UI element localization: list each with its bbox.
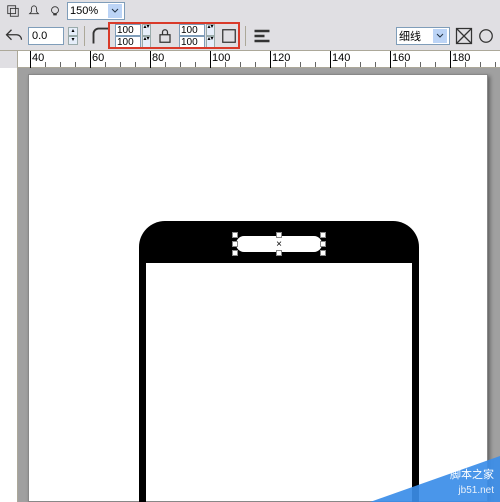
ruler-tick-label: 60: [92, 52, 104, 64]
scallop-corner-icon[interactable]: [91, 26, 111, 46]
toolbar-divider: [84, 26, 85, 46]
outline-width-select[interactable]: 细线: [396, 27, 450, 45]
ruler-tick-label: 140: [332, 52, 350, 64]
ruler-tick-minor: [360, 62, 361, 67]
spinner-icon[interactable]: ▴▾: [142, 36, 151, 48]
bulb-icon[interactable]: [46, 2, 64, 20]
ruler-tick-minor: [300, 62, 301, 67]
phone-left-edge: [139, 261, 146, 502]
rotation-angle-input[interactable]: [28, 27, 64, 45]
lock-icon[interactable]: [155, 26, 175, 46]
spinner-icon[interactable]: ▴▾: [142, 24, 151, 36]
ruler-tick-minor: [375, 62, 376, 67]
ruler-tick-minor: [420, 62, 421, 67]
ruler-tick-label: 80: [152, 52, 164, 64]
ruler-tick-minor: [285, 62, 286, 67]
ruler-tick-label: 120: [272, 52, 290, 64]
ruler-tick-minor: [255, 62, 256, 67]
ruler-tick-minor: [45, 62, 46, 67]
ruler-tick-minor: [345, 62, 346, 67]
ruler-tick-minor: [225, 62, 226, 67]
corner-tl-input[interactable]: [115, 24, 141, 36]
ruler-tick-minor: [495, 62, 496, 67]
zoom-level-select[interactable]: 150%: [67, 2, 125, 20]
dropdown-arrow-icon[interactable]: [108, 4, 122, 18]
corner-bl-input[interactable]: [115, 36, 141, 48]
horizontal-ruler: 40 60 80 100 120 140 160 180: [0, 50, 500, 68]
spinner-icon[interactable]: ▴▾: [206, 24, 215, 36]
ruler-tick-label: 40: [32, 52, 44, 64]
text-wrap-icon[interactable]: [252, 26, 272, 46]
corner-radius-right-group: ▴▾ ▴▾: [179, 24, 215, 48]
watermark-text: 脚本之家 jb51.net: [450, 467, 494, 499]
ruler-tick: [150, 51, 151, 69]
behind-fill-icon[interactable]: [454, 26, 474, 46]
canvas-viewport[interactable]: ×: [18, 68, 500, 502]
corner-tr-input[interactable]: [179, 24, 205, 36]
ruler-tick-minor: [60, 62, 61, 67]
outline-value: 细线: [399, 28, 433, 44]
toolbar-row-2: ▴▾ ▴▾ ▴▾ ▴▾ ▴▾ 细线: [0, 22, 500, 50]
selection-handle[interactable]: [320, 232, 326, 238]
ruler-tick: [270, 51, 271, 69]
selection-handle[interactable]: [320, 250, 326, 256]
ruler-tick-label: 100: [212, 52, 230, 64]
ruler-tick: [210, 51, 211, 69]
ruler-tick: [330, 51, 331, 69]
ruler-tick-minor: [75, 62, 76, 67]
vertical-ruler: [0, 68, 18, 502]
selection-handle[interactable]: [232, 241, 238, 247]
ruler-tick-minor: [435, 62, 436, 67]
ruler-tick-label: 180: [452, 52, 470, 64]
selection-handle[interactable]: [232, 250, 238, 256]
zoom-value: 150%: [70, 5, 108, 17]
relative-corner-icon[interactable]: [219, 26, 239, 46]
toolbar-row-1: 150%: [0, 0, 500, 22]
ruler-tick: [450, 51, 451, 69]
layers-icon[interactable]: [4, 2, 22, 20]
watermark: 脚本之家 jb51.net: [370, 456, 500, 502]
ruler-tick-minor: [465, 62, 466, 67]
ruler-tick-minor: [240, 62, 241, 67]
corner-br-input[interactable]: [179, 36, 205, 48]
ruler-tick-minor: [315, 62, 316, 67]
corner-radius-left-group: ▴▾ ▴▾: [115, 24, 151, 48]
selection-handle[interactable]: [276, 250, 282, 256]
watermark-title: 脚本之家: [450, 467, 494, 483]
selection-center-icon[interactable]: ×: [274, 239, 284, 250]
ruler-tick-label: 160: [392, 52, 410, 64]
ruler-tick: [390, 51, 391, 69]
outline-style-icons: [454, 26, 496, 46]
toolbar-divider: [245, 26, 246, 46]
ruler-corner: [0, 51, 18, 69]
spinner-icon[interactable]: ▴▾: [206, 36, 215, 48]
selection-handle[interactable]: [232, 232, 238, 238]
ruler-tick-minor: [480, 62, 481, 67]
ruler-tick-minor: [195, 62, 196, 67]
page[interactable]: ×: [28, 74, 488, 502]
ruler-tick: [30, 51, 31, 69]
ruler-tick-minor: [405, 62, 406, 67]
work-area: ×: [0, 68, 500, 502]
scale-outline-icon[interactable]: [476, 26, 496, 46]
angle-spinner[interactable]: ▴▾: [68, 27, 78, 45]
ruler-tick-minor: [105, 62, 106, 67]
selection-handle[interactable]: [320, 241, 326, 247]
ruler-tick-minor: [165, 62, 166, 67]
ruler-tick: [90, 51, 91, 69]
ruler-tick-minor: [120, 62, 121, 67]
undo-icon[interactable]: [4, 26, 24, 46]
watermark-subtitle: jb51.net: [450, 483, 494, 499]
selection-handle[interactable]: [276, 232, 282, 238]
bell-icon[interactable]: [25, 2, 43, 20]
ruler-tick-minor: [180, 62, 181, 67]
dropdown-arrow-icon[interactable]: [433, 29, 447, 43]
ruler-tick-minor: [135, 62, 136, 67]
